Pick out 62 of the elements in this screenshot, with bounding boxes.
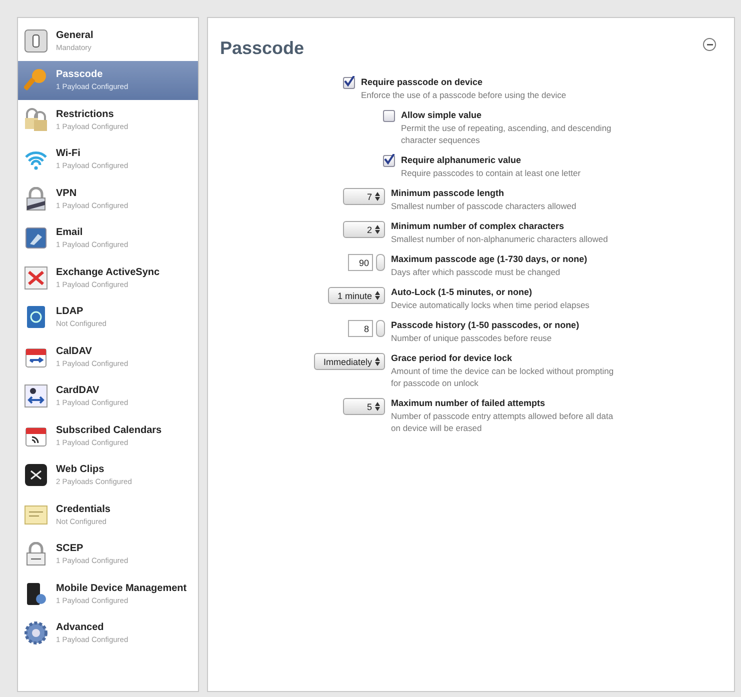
item-title: SCEP [56, 543, 84, 554]
updown-arrows-icon [375, 192, 380, 201]
phone-icon [24, 582, 48, 606]
updown-arrows-icon [375, 291, 380, 300]
padlock-icon [24, 542, 48, 566]
item-title: Email [56, 227, 84, 238]
item-title: Subscribed Calendars [56, 424, 162, 436]
item-title: Web Clips [56, 464, 106, 476]
item-title: CardDAV [56, 385, 100, 396]
popup-menu[interactable]: 5 [343, 398, 385, 415]
padlock-icon [24, 186, 48, 211]
setting-label: Auto-Lock (1-5 minutes, or none) [391, 287, 534, 297]
setting-label: Require passcode on device [361, 77, 484, 87]
contacts-icon [24, 384, 48, 408]
popup-menu[interactable]: 7 [343, 188, 385, 205]
checkbox[interactable] [343, 77, 355, 89]
number-field[interactable]: 8 [348, 320, 373, 337]
item-title: Mobile Device Management [56, 582, 187, 594]
item-title: Advanced [56, 622, 105, 634]
popup-menu[interactable]: 1 minute [328, 287, 385, 304]
gear-icon [24, 621, 48, 646]
item-title: Exchange ActiveSync [56, 266, 160, 278]
item-title: LDAP [56, 306, 84, 318]
item-title: Passcode [56, 69, 104, 80]
setting-description: Permit the use of repeating, ascending, and descending character sequences [401, 122, 612, 146]
setting-label: Passcode history (1-50 passcodes, or none) [391, 320, 580, 330]
checkbox[interactable] [383, 110, 395, 122]
number-field[interactable]: 90 [348, 254, 373, 271]
setting-description: Smallest number of passcode characters allowed [391, 200, 576, 212]
setting-description: Smallest number of non-alphanumeric characters allowed [391, 233, 608, 245]
setting-label: Allow simple value [401, 110, 483, 120]
item-title: VPN [56, 188, 78, 199]
popup-menu[interactable]: Immediately [314, 353, 385, 370]
setting-label: Maximum passcode age (1-730 days, or none) [391, 254, 588, 264]
switch-icon [24, 28, 48, 53]
setting-description: Days after which passcode must be changed [391, 266, 562, 278]
item-title: CalDAV [56, 346, 93, 357]
checkbox[interactable] [383, 155, 395, 167]
setting-label: Require alphanumeric value [401, 155, 522, 165]
item-title: Restrictions [56, 108, 115, 120]
updown-arrows-icon [375, 225, 380, 234]
key-icon [24, 68, 48, 92]
setting-description: Amount of time the device can be locked without prompting for passcode on unlock [391, 365, 615, 389]
updown-arrows-icon [375, 357, 380, 366]
setting-description: Device automatically locks when time period elapses [391, 299, 590, 311]
setting-label: Minimum passcode length [391, 188, 506, 198]
item-title: General [56, 30, 94, 41]
popup-menu[interactable]: 2 [343, 221, 385, 238]
setting-description: Number of unique passcodes before reuse [391, 332, 553, 344]
padlocks-icon [24, 108, 48, 132]
setting-label: Minimum number of complex characters [391, 221, 566, 231]
setting-label: Grace period for device lock [391, 353, 514, 363]
setting-description: Enforce the use of a passcode before using the device [361, 89, 566, 101]
panel-title: Passcode [220, 38, 304, 59]
updown-arrows-icon [375, 402, 380, 411]
collapse-icon[interactable] [703, 38, 716, 51]
setting-description: Require passcodes to contain at least one letter [401, 167, 581, 179]
setting-label: Maximum number of failed attempts [391, 398, 546, 408]
item-title: Wi-Fi [56, 148, 82, 160]
item-title: Credentials [56, 504, 110, 515]
setting-description: Number of passcode entry attempts allowed before all data on device will be erased [391, 410, 614, 434]
certificate-icon [24, 502, 48, 527]
